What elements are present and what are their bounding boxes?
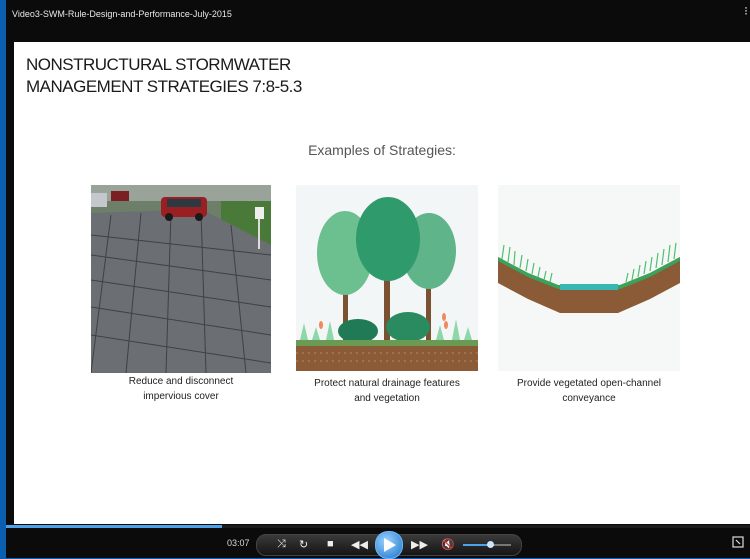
caption-1: Reduce and disconnect impervious cover bbox=[71, 374, 291, 404]
fast-forward-icon[interactable]: ▶▶ bbox=[411, 538, 428, 551]
shuffle-icon[interactable]: ⤨ bbox=[277, 538, 286, 551]
trees-illustration bbox=[296, 185, 478, 371]
caption-1-line2: impervious cover bbox=[143, 391, 219, 402]
caption-3-line2: conveyance bbox=[562, 393, 616, 404]
elapsed-time: 03:07 bbox=[227, 538, 250, 548]
control-bar: ⤨ ↻ ■ ◀◀ ▶▶ 🔇 bbox=[256, 531, 522, 559]
slide-heading-line1: NONSTRUCTURAL STORMWATER bbox=[26, 55, 291, 74]
repeat-icon[interactable]: ↻ bbox=[299, 538, 308, 551]
window-title: Video3-SWM-Rule-Design-and-Performance-J… bbox=[12, 9, 232, 19]
rewind-icon[interactable]: ◀◀ bbox=[351, 538, 368, 551]
caption-2-line1: Protect natural drainage features bbox=[314, 378, 460, 389]
volume-slider[interactable] bbox=[463, 541, 511, 548]
window-edge bbox=[0, 0, 6, 558]
volume-knob[interactable] bbox=[487, 541, 494, 548]
vegetated-channel-illustration bbox=[498, 185, 680, 371]
pavement-image bbox=[90, 185, 272, 374]
play-icon bbox=[384, 538, 396, 552]
slide-heading: NONSTRUCTURAL STORMWATER MANAGEMENT STRA… bbox=[26, 54, 302, 98]
slide-heading-line2: MANAGEMENT STRATEGIES 7:8-5.3 bbox=[26, 77, 302, 96]
play-button[interactable] bbox=[375, 531, 403, 559]
stop-icon[interactable]: ■ bbox=[327, 538, 334, 550]
caption-3: Provide vegetated open-channel conveyanc… bbox=[479, 376, 699, 406]
caption-3-line1: Provide vegetated open-channel bbox=[517, 378, 661, 389]
swale-illustration bbox=[498, 185, 680, 371]
slide: NONSTRUCTURAL STORMWATER MANAGEMENT STRA… bbox=[14, 42, 750, 524]
natural-vegetation-illustration bbox=[296, 185, 478, 371]
slide-subheading: Examples of Strategies: bbox=[308, 142, 456, 158]
permeable-pavers-illustration bbox=[90, 185, 272, 374]
player-controls: 03:07 ⤨ ↻ ■ ◀◀ ▶▶ 🔇 bbox=[6, 528, 750, 559]
title-bar: Video3-SWM-Rule-Design-and-Performance-J… bbox=[6, 0, 750, 38]
mute-icon[interactable]: 🔇 bbox=[441, 538, 455, 551]
caption-2: Protect natural drainage features and ve… bbox=[277, 376, 497, 406]
fullscreen-icon[interactable] bbox=[732, 536, 744, 548]
menu-dots-icon[interactable]: ⁝ bbox=[744, 5, 748, 17]
caption-1-line1: Reduce and disconnect bbox=[128, 376, 234, 387]
caption-2-line2: and vegetation bbox=[354, 393, 420, 404]
player-window: Video3-SWM-Rule-Design-and-Performance-J… bbox=[0, 0, 750, 559]
